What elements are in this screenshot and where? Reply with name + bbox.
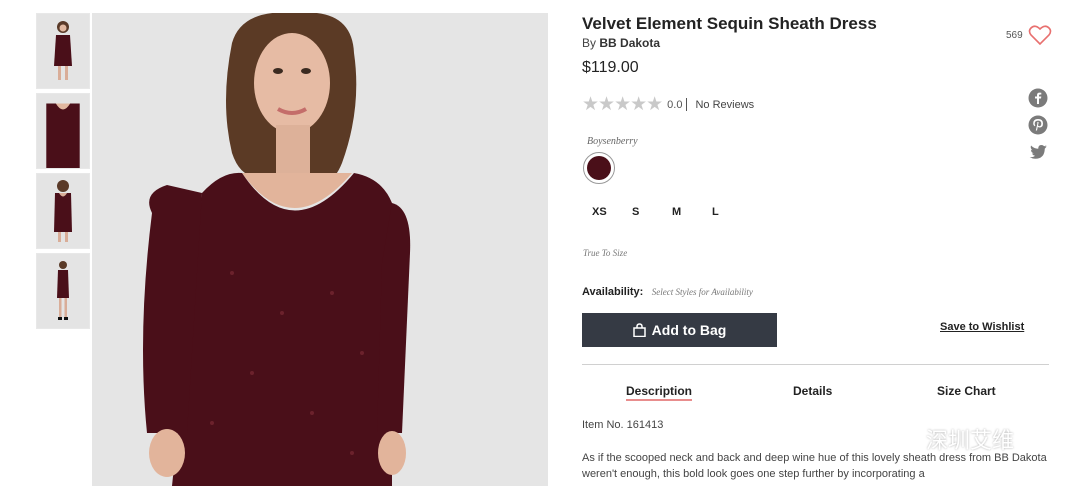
thumbnail-full[interactable] xyxy=(36,253,90,329)
shopping-bag-icon xyxy=(632,323,646,337)
size-option-l[interactable]: L xyxy=(712,206,752,218)
size-option-xs[interactable]: XS xyxy=(592,206,632,218)
tab-description[interactable]: Description xyxy=(626,384,693,401)
size-option-s[interactable]: S xyxy=(632,206,672,218)
rating-value: 0.0 xyxy=(667,98,683,111)
star-rating: ★★★★★ xyxy=(582,94,663,115)
availability-label: Availability: xyxy=(582,286,644,298)
pinterest-icon[interactable] xyxy=(1028,115,1048,135)
dress-full-image xyxy=(57,261,69,320)
watermark-text: 深圳艾维 xyxy=(926,428,1015,453)
watermark: 深圳艾维 xyxy=(892,423,1014,455)
facebook-icon[interactable] xyxy=(1028,88,1048,108)
add-to-bag-label: Add to Bag xyxy=(651,322,727,338)
fit-note: True To Size xyxy=(583,248,628,258)
color-swatch-boysenberry[interactable] xyxy=(583,152,615,184)
dress-detail-image xyxy=(46,103,80,168)
main-product-image[interactable] xyxy=(92,13,548,486)
thumbnail-back[interactable] xyxy=(36,173,90,249)
model-in-dress-image xyxy=(143,13,411,486)
section-divider xyxy=(582,364,1049,365)
product-price: $119.00 xyxy=(582,59,639,76)
tab-details[interactable]: Details xyxy=(793,384,832,398)
heart-icon[interactable] xyxy=(1028,24,1052,46)
wechat-logo-icon xyxy=(893,427,924,450)
brand-link[interactable]: BB Dakota xyxy=(599,36,660,50)
by-prefix: By xyxy=(582,36,597,50)
product-title: Velvet Element Sequin Sheath Dress xyxy=(582,14,877,33)
tab-size-chart[interactable]: Size Chart xyxy=(937,384,996,398)
rating-row[interactable]: ★★★★★ 0.0 No Reviews xyxy=(582,93,754,116)
likes-count: 569 xyxy=(1006,30,1023,41)
add-to-bag-button[interactable]: Add to Bag xyxy=(582,313,777,347)
swatch-dot xyxy=(587,156,611,180)
reviews-link[interactable]: No Reviews xyxy=(695,99,754,111)
availability-row: Availability: Select Styles for Availabi… xyxy=(582,282,753,300)
item-number: Item No. 161413 xyxy=(582,419,664,431)
rating-divider xyxy=(686,98,688,111)
twitter-icon[interactable] xyxy=(1028,142,1048,162)
save-to-wishlist-link[interactable]: Save to Wishlist xyxy=(940,321,1024,333)
thumbnail-detail[interactable] xyxy=(36,93,90,169)
brand-byline: By BB Dakota xyxy=(582,36,660,50)
size-option-m[interactable]: M xyxy=(672,206,712,218)
thumbnail-front[interactable] xyxy=(36,13,90,89)
color-name-label: Boysenberry xyxy=(587,136,638,147)
dress-thumbnail-image xyxy=(54,21,72,80)
size-selector: XS S M L xyxy=(592,206,752,218)
thumbnail-list xyxy=(36,13,90,333)
dress-back-image xyxy=(54,180,72,242)
availability-value: Select Styles for Availability xyxy=(651,287,753,297)
